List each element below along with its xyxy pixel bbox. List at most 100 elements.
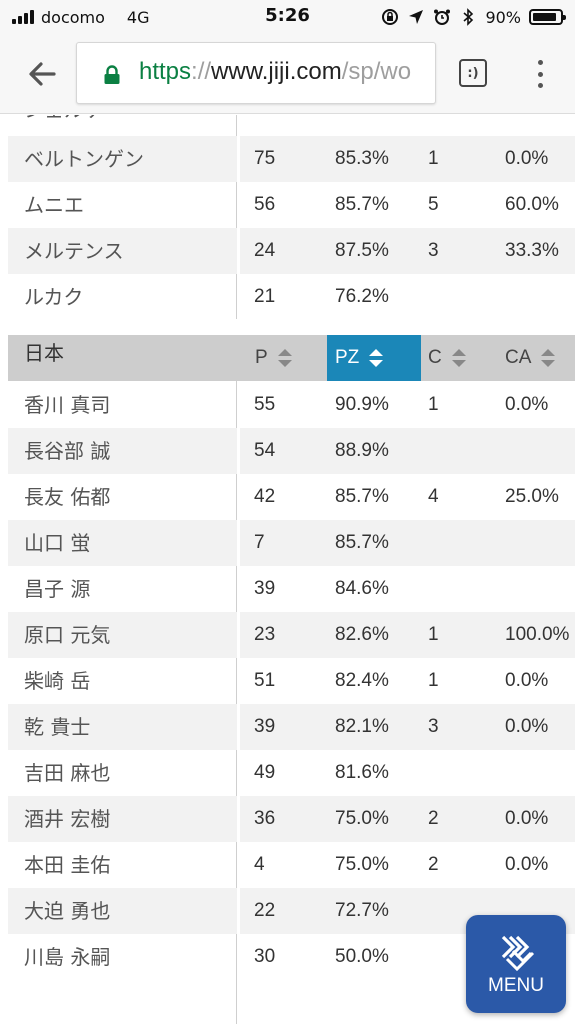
menu-button[interactable]: MENU (466, 915, 566, 1013)
cell-pz: 75.0% (335, 808, 389, 829)
cell-p: 56 (254, 194, 276, 215)
cell-c: 1 (428, 394, 439, 415)
cell-c: 3 (428, 240, 439, 261)
sort-arrows-icon (277, 349, 292, 367)
table-row: 山口 蛍 7 85.7% (8, 520, 575, 566)
cell-p: 4 (254, 854, 265, 875)
cell-pz: 75.0% (335, 854, 389, 875)
sort-header-pz[interactable]: PZ (327, 335, 421, 381)
cell-p: 22 (254, 900, 276, 921)
cell-ca: 0.0% (505, 670, 549, 691)
url-text: https://www.jiji.com/sp/wo (139, 58, 411, 86)
team-header-row: 日本 P PZ C CA (8, 335, 575, 381)
cell-pz: 91.7% (335, 115, 389, 133)
back-arrow-icon[interactable] (24, 56, 60, 92)
sort-arrows-icon (369, 349, 384, 367)
player-name: 長友 佑都 (24, 485, 111, 509)
cell-ca: 33.3% (505, 240, 559, 261)
cell-pz: 81.6% (335, 762, 389, 783)
status-bar: docomo 4G 5:26 90% (0, 0, 575, 34)
cell-c: 1 (428, 115, 439, 133)
secure-lock-icon (104, 65, 120, 84)
table-row: 酒井 宏樹 36 75.0% 2 0.0% (8, 796, 575, 842)
battery-percent: 90% (485, 7, 521, 27)
cell-pz: 84.6% (335, 578, 389, 599)
cell-p: 39 (254, 716, 276, 737)
player-name: 昌子 源 (24, 577, 91, 601)
sort-header-p[interactable]: P (246, 335, 326, 381)
cell-c: 3 (428, 716, 439, 737)
cell-pz: 82.1% (335, 716, 389, 737)
location-arrow-icon (409, 10, 424, 24)
table-row: 原口 元気 23 82.6% 1 100.0% (8, 612, 575, 658)
sort-arrows-icon (541, 349, 556, 367)
address-bar[interactable]: https://www.jiji.com/sp/wo (76, 42, 436, 104)
header-label: CA (505, 347, 532, 368)
cell-p: 30 (254, 946, 276, 967)
url-scheme: https (139, 58, 192, 85)
table-row: 長谷部 誠 54 88.9% (8, 428, 575, 474)
player-name: 酒井 宏樹 (8, 796, 237, 842)
url-separator: :// (191, 58, 212, 85)
cell-pz: 85.7% (335, 194, 389, 215)
cell-p: 36 (254, 808, 276, 829)
player-name: 本田 圭佑 (24, 853, 111, 877)
sort-header-ca[interactable]: CA (496, 335, 575, 381)
sort-header-c[interactable]: C (421, 335, 496, 381)
player-name: ルカク (24, 285, 84, 309)
cell-p: 51 (254, 670, 276, 691)
cell-p: 42 (254, 115, 275, 133)
player-name: シェルケー (8, 115, 237, 133)
player-name: 川島 永嗣 (24, 945, 111, 969)
player-name: ベルトンゲン (8, 136, 237, 182)
header-label: C (428, 347, 442, 368)
player-name: 大迫 勇也 (8, 888, 237, 934)
table-row: 香川 真司 55 90.9% 1 0.0% (8, 382, 575, 428)
cell-c: 1 (428, 148, 439, 169)
jiji-logo-icon (501, 935, 535, 972)
player-name: 柴崎 岳 (24, 669, 91, 693)
table-row: ムニエ 56 85.7% 5 60.0% (8, 182, 575, 228)
cell-pz: 72.7% (335, 900, 389, 921)
sort-arrows-icon (451, 349, 466, 367)
battery-icon (529, 9, 566, 25)
cell-ca: 0.0% (505, 394, 549, 415)
table-row: 柴崎 岳 51 82.4% 1 0.0% (8, 658, 575, 704)
browser-toolbar: https://www.jiji.com/sp/wo :) (0, 34, 575, 114)
cell-ca: 0.0% (505, 716, 549, 737)
cell-c: 4 (428, 486, 439, 507)
cell-pz: 76.2% (335, 286, 389, 307)
cell-ca: 0.0% (505, 808, 549, 829)
cell-pz: 82.4% (335, 670, 389, 691)
team-name: 日本 (24, 341, 64, 365)
page-content: シェルケー 42 91.7% 1 0.0% ベルトンゲン 75 85.3% 1 … (0, 115, 575, 1024)
cell-c: 2 (428, 808, 439, 829)
player-name: 原口 元気 (8, 612, 237, 658)
player-name: メルテンス (8, 228, 237, 274)
cell-pz: 88.9% (335, 440, 389, 461)
bluetooth-icon (463, 8, 474, 26)
cell-pz: 90.9% (335, 394, 389, 415)
table-row: 吉田 麻也 49 81.6% (8, 750, 575, 796)
cell-p: 39 (254, 578, 276, 599)
table-row: 乾 貴士 39 82.1% 3 0.0% (8, 704, 575, 750)
header-label: P (255, 347, 268, 368)
cell-p: 42 (254, 486, 276, 507)
cell-c: 2 (428, 854, 439, 875)
table-row: ベルトンゲン 75 85.3% 1 0.0% (8, 136, 575, 182)
player-name: 乾 貴士 (8, 704, 237, 750)
player-name: 長谷部 誠 (8, 428, 237, 474)
cell-p: 23 (254, 624, 276, 645)
cell-p: 55 (254, 394, 276, 415)
table-row: 本田 圭佑 4 75.0% 2 0.0% (8, 842, 575, 888)
cell-p: 21 (254, 286, 276, 307)
cell-p: 24 (254, 240, 276, 261)
cell-pz: 85.3% (335, 148, 389, 169)
cell-p: 75 (254, 148, 276, 169)
cell-p: 54 (254, 440, 276, 461)
alarm-clock-icon (434, 9, 451, 25)
screen-rotation-lock-icon (382, 9, 399, 25)
more-options-icon[interactable] (532, 58, 548, 90)
cell-ca: 60.0% (505, 194, 559, 215)
tab-switcher-button[interactable]: :) (459, 59, 487, 87)
